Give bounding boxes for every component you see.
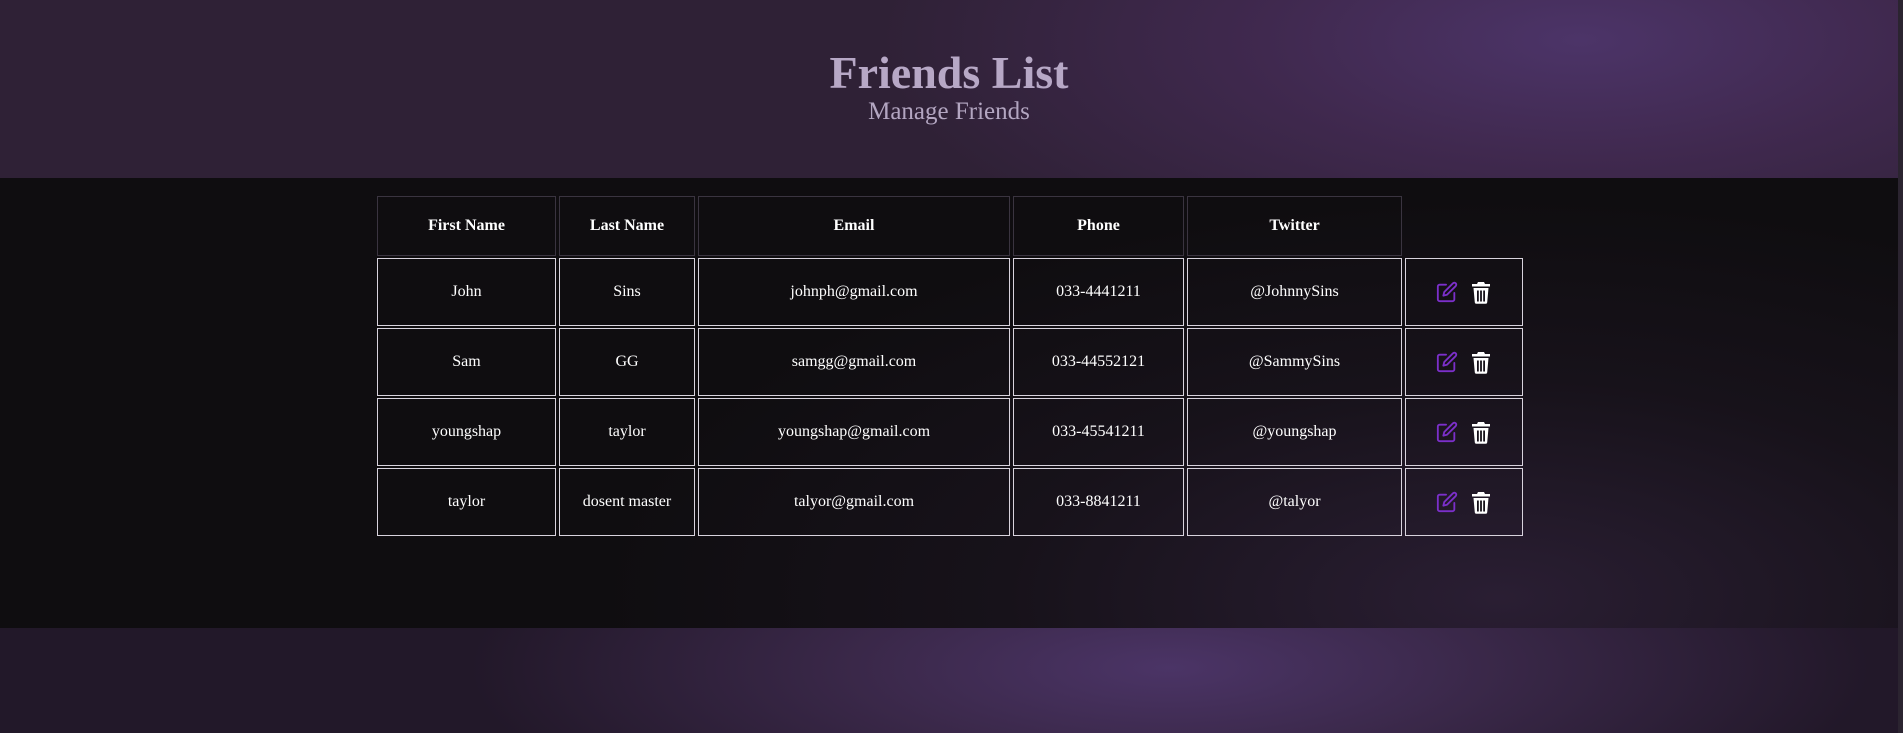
column-header-email: Email <box>698 196 1010 256</box>
cell-last-name: taylor <box>559 398 695 466</box>
table-row: youngshap taylor youngshap@gmail.com 033… <box>377 398 1523 466</box>
page-footer <box>0 628 1898 733</box>
cell-actions <box>1405 258 1523 326</box>
cell-last-name: Sins <box>559 258 695 326</box>
column-header-last-name: Last Name <box>559 196 695 256</box>
page-subtitle: Manage Friends <box>868 98 1030 125</box>
cell-actions <box>1405 398 1523 466</box>
page-title: Friends List <box>829 47 1069 98</box>
cell-phone: 033-44552121 <box>1013 328 1184 396</box>
cell-last-name: dosent master <box>559 468 695 536</box>
cell-first-name: John <box>377 258 556 326</box>
row-actions <box>1406 490 1522 514</box>
cell-email: johnph@gmail.com <box>698 258 1010 326</box>
page: Friends List Manage Friends First Name L… <box>0 0 1903 733</box>
scrollbar[interactable] <box>1898 0 1903 733</box>
cell-twitter: @youngshap <box>1187 398 1402 466</box>
edit-icon[interactable] <box>1436 280 1458 304</box>
cell-twitter: @SammySins <box>1187 328 1402 396</box>
table-row: Sam GG samgg@gmail.com 033-44552121 @Sam… <box>377 328 1523 396</box>
trash-icon[interactable] <box>1470 490 1492 514</box>
column-header-twitter: Twitter <box>1187 196 1402 256</box>
table-row: taylor dosent master talyor@gmail.com 03… <box>377 468 1523 536</box>
column-header-actions <box>1405 196 1523 256</box>
cell-twitter: @JohnnySins <box>1187 258 1402 326</box>
row-actions <box>1406 280 1522 304</box>
column-header-phone: Phone <box>1013 196 1184 256</box>
cell-actions <box>1405 328 1523 396</box>
trash-icon[interactable] <box>1470 280 1492 304</box>
cell-phone: 033-4441211 <box>1013 258 1184 326</box>
friends-table: First Name Last Name Email Phone Twitter… <box>374 194 1526 538</box>
cell-last-name: GG <box>559 328 695 396</box>
page-header: Friends List Manage Friends <box>0 0 1898 178</box>
cell-first-name: Sam <box>377 328 556 396</box>
row-actions <box>1406 420 1522 444</box>
cell-actions <box>1405 468 1523 536</box>
cell-phone: 033-45541211 <box>1013 398 1184 466</box>
cell-first-name: youngshap <box>377 398 556 466</box>
edit-icon[interactable] <box>1436 420 1458 444</box>
column-header-first-name: First Name <box>377 196 556 256</box>
cell-phone: 033-8841211 <box>1013 468 1184 536</box>
table-header-row: First Name Last Name Email Phone Twitter <box>377 196 1523 256</box>
table-row: John Sins johnph@gmail.com 033-4441211 @… <box>377 258 1523 326</box>
trash-icon[interactable] <box>1470 350 1492 374</box>
cell-email: samgg@gmail.com <box>698 328 1010 396</box>
row-actions <box>1406 350 1522 374</box>
cell-first-name: taylor <box>377 468 556 536</box>
edit-icon[interactable] <box>1436 490 1458 514</box>
cell-email: talyor@gmail.com <box>698 468 1010 536</box>
cell-email: youngshap@gmail.com <box>698 398 1010 466</box>
cell-twitter: @talyor <box>1187 468 1402 536</box>
edit-icon[interactable] <box>1436 350 1458 374</box>
trash-icon[interactable] <box>1470 420 1492 444</box>
